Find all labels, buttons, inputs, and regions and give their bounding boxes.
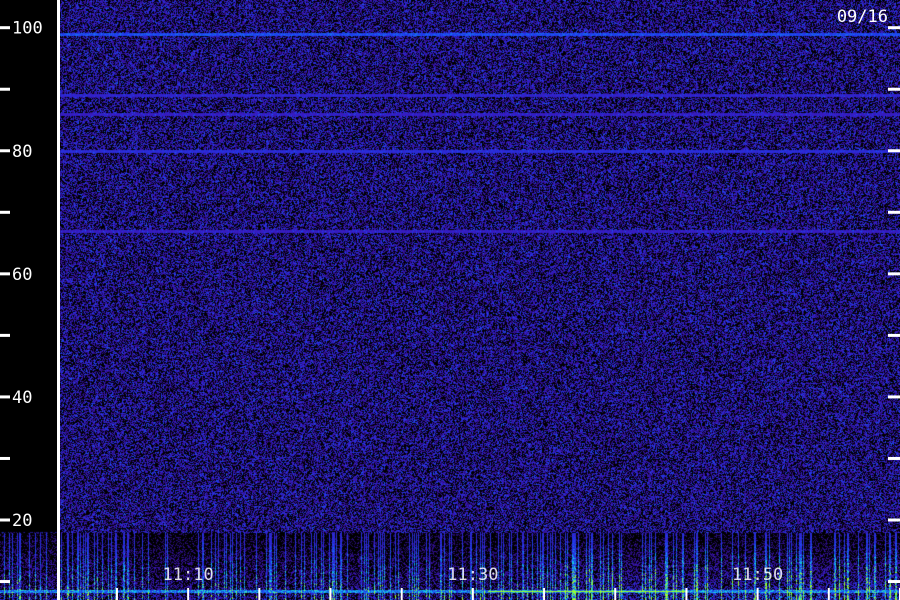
y-axis: 100 80 60 40 20	[0, 0, 900, 600]
x-axis: 11:10 11:30 11:50	[115, 565, 900, 600]
y-tick-label: 60	[12, 265, 32, 285]
y-tick-label: 100	[12, 19, 43, 39]
y-tick-label: 40	[12, 388, 32, 408]
chart-overlay: 100 80 60 40 20 11:10 11:30 11:50 09/16	[0, 0, 900, 600]
x-tick-label: 11:30	[447, 565, 498, 585]
x-tick-label: 11:50	[732, 565, 783, 585]
x-tick-label: 11:10	[163, 565, 214, 585]
y-tick-label: 20	[12, 511, 32, 531]
y-tick-label: 80	[12, 142, 32, 162]
date-label: 09/16	[837, 7, 888, 27]
